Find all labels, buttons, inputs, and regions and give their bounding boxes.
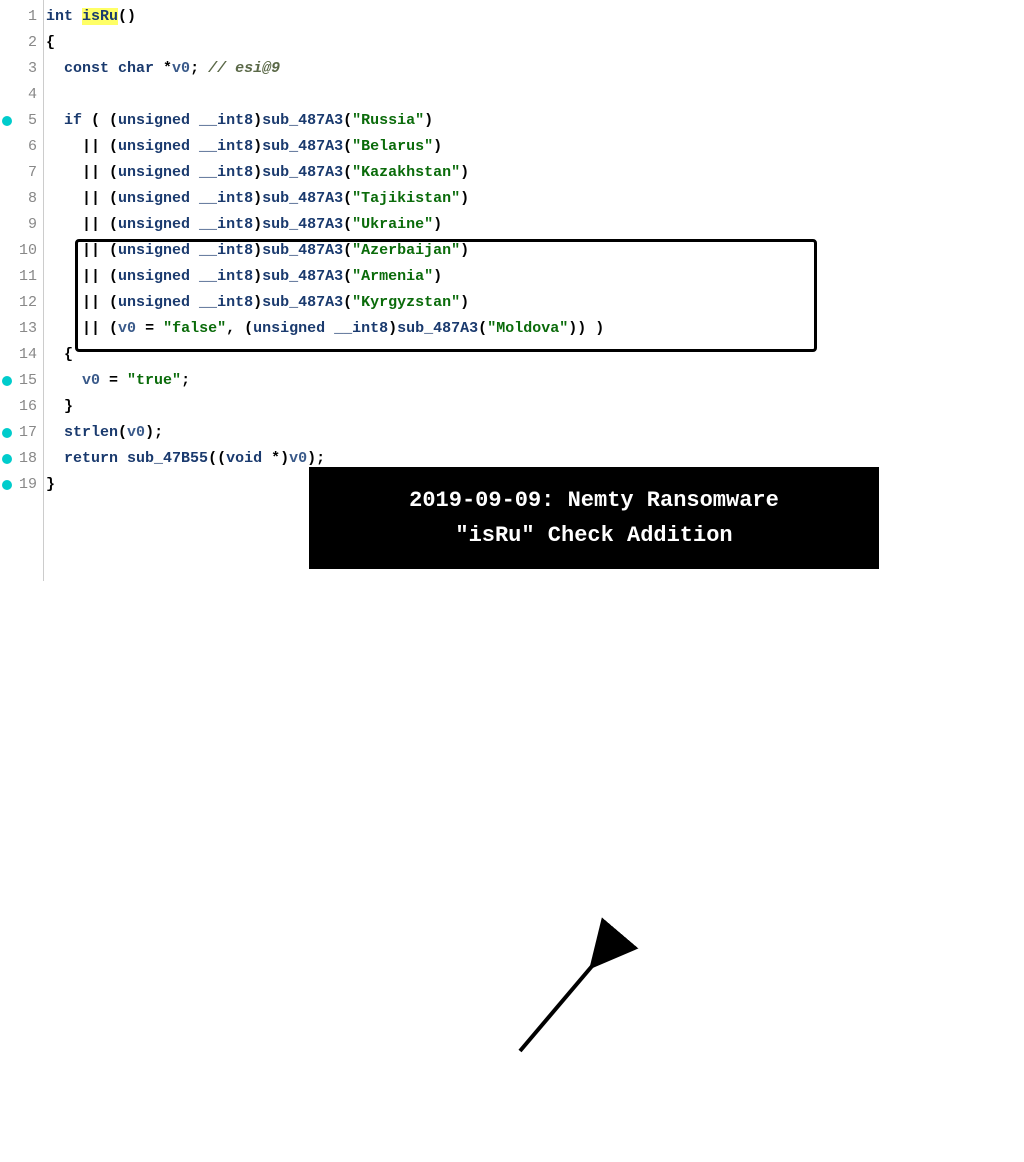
gutter-line: 16 <box>0 394 37 420</box>
code-line: || (unsigned __int8)sub_487A3("Tajikista… <box>46 186 604 212</box>
gutter-line: 1 <box>0 4 37 30</box>
code-line: || (unsigned __int8)sub_487A3("Azerbaija… <box>46 238 604 264</box>
gutter-line: 3 <box>0 56 37 82</box>
breakpoint-icon <box>2 376 12 386</box>
line-number: 9 <box>28 216 37 233</box>
gutter-line: 6 <box>0 134 37 160</box>
line-number: 15 <box>19 372 37 389</box>
line-number: 16 <box>19 398 37 415</box>
line-number: 1 <box>28 8 37 25</box>
breakpoint-icon <box>2 428 12 438</box>
line-number: 10 <box>19 242 37 259</box>
code-line: || (unsigned __int8)sub_487A3("Ukraine") <box>46 212 604 238</box>
code-line: const char *v0; // esi@9 <box>46 56 604 82</box>
breakpoint-icon <box>2 116 12 126</box>
line-number: 11 <box>19 268 37 285</box>
line-number: 2 <box>28 34 37 51</box>
annotation-label: 2019-09-09: Nemty Ransomware "isRu" Chec… <box>309 467 879 569</box>
gutter-line: 10 <box>0 238 37 264</box>
gutter-line: 8 <box>0 186 37 212</box>
code-line: || (unsigned __int8)sub_487A3("Armenia") <box>46 264 604 290</box>
code-line: || (unsigned __int8)sub_487A3("Kazakhsta… <box>46 160 604 186</box>
gutter-line: 12 <box>0 290 37 316</box>
line-number: 4 <box>28 86 37 103</box>
line-number: 3 <box>28 60 37 77</box>
gutter-line: 7 <box>0 160 37 186</box>
breakpoint-icon <box>2 454 12 464</box>
line-number: 7 <box>28 164 37 181</box>
annotation-arrow <box>0 581 1024 1162</box>
gutter-line: 5 <box>0 108 37 134</box>
code-line: v0 = "true"; <box>46 368 604 394</box>
gutter: 12345678910111213141516171819 <box>0 0 44 581</box>
line-number: 14 <box>19 346 37 363</box>
line-number: 12 <box>19 294 37 311</box>
code-line: int isRu() <box>46 4 604 30</box>
gutter-line: 17 <box>0 420 37 446</box>
code-line: } <box>46 394 604 420</box>
line-number: 19 <box>19 476 37 493</box>
gutter-line: 14 <box>0 342 37 368</box>
code-line: if ( (unsigned __int8)sub_487A3("Russia"… <box>46 108 604 134</box>
line-number: 18 <box>19 450 37 467</box>
gutter-line: 13 <box>0 316 37 342</box>
code-line: { <box>46 30 604 56</box>
line-number: 13 <box>19 320 37 337</box>
line-number: 6 <box>28 138 37 155</box>
gutter-line: 15 <box>0 368 37 394</box>
code-line: || (unsigned __int8)sub_487A3("Kyrgyzsta… <box>46 290 604 316</box>
code-line: || (v0 = "false", (unsigned __int8)sub_4… <box>46 316 604 342</box>
code-line: { <box>46 342 604 368</box>
gutter-line: 4 <box>0 82 37 108</box>
line-number: 5 <box>28 112 37 129</box>
line-number: 8 <box>28 190 37 207</box>
gutter-line: 18 <box>0 446 37 472</box>
gutter-line: 9 <box>0 212 37 238</box>
code-line: || (unsigned __int8)sub_487A3("Belarus") <box>46 134 604 160</box>
line-number: 17 <box>19 424 37 441</box>
gutter-line: 2 <box>0 30 37 56</box>
annotation-line-1: 2019-09-09: Nemty Ransomware <box>333 483 855 518</box>
code-line <box>46 82 604 108</box>
annotation-line-2: "isRu" Check Addition <box>333 518 855 553</box>
code-line: strlen(v0); <box>46 420 604 446</box>
gutter-line: 11 <box>0 264 37 290</box>
gutter-line: 19 <box>0 472 37 498</box>
breakpoint-icon <box>2 480 12 490</box>
